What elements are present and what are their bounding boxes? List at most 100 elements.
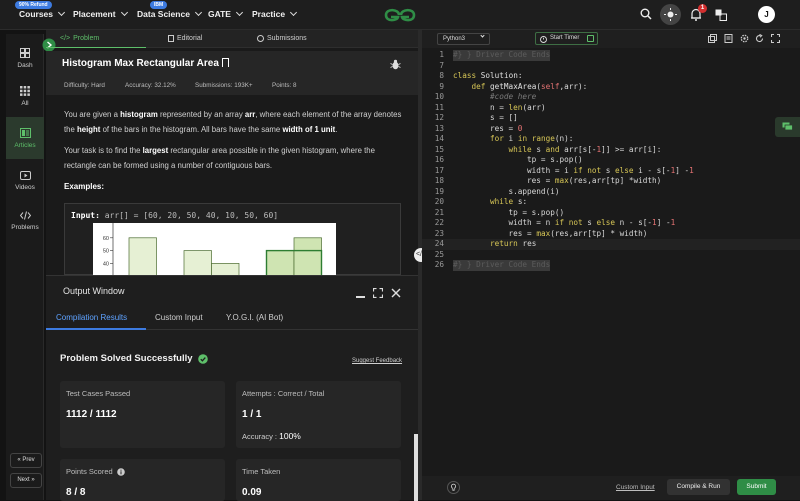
fullscreen-icon[interactable] [373, 288, 383, 298]
search-icon[interactable] [640, 8, 652, 20]
status-message: Problem Solved Successfully [60, 353, 208, 364]
dashboard-icon [20, 47, 30, 58]
points-card: Points Scored 8 / 8 [60, 459, 225, 501]
tick-label: 40 [103, 261, 109, 267]
tab-label: Submissions [267, 35, 307, 42]
nav-courses-label: Courses [19, 9, 54, 19]
code-editor-panel: Python3 Start Timer 1 #} } Driver Code En… [422, 30, 800, 500]
copy-icon[interactable] [708, 34, 717, 43]
code-line: 14 for i in range(n): [434, 134, 574, 143]
desc-bold: histogram [120, 110, 158, 119]
code-line: 8 class Solution: [439, 71, 523, 80]
nav-placement[interactable]: Placement [73, 8, 128, 19]
code-line: 1 #} } Driver Code Ends [439, 50, 551, 61]
submit-button[interactable]: Submit [737, 479, 776, 495]
code-line: 20 while s: [434, 197, 528, 206]
nav-practice-label: Practice [252, 9, 286, 19]
nav-practice[interactable]: Practice [252, 8, 298, 19]
active-tab-underline [46, 47, 146, 48]
start-timer-button[interactable]: Start Timer [535, 32, 598, 45]
chevron-down-icon [290, 8, 298, 17]
desc-text: . [335, 125, 338, 134]
desc-text: Your task is to find the [64, 146, 143, 155]
tab-editorial[interactable]: Editorial [168, 35, 202, 42]
nav-gate[interactable]: GATE [208, 8, 244, 19]
gear-icon[interactable] [740, 34, 749, 43]
sidebar-item-all[interactable]: All [6, 77, 44, 115]
code-line: 22 width = n if not s else n - s[-1] -1 [434, 218, 676, 227]
desc-bold: width of 1 unit [282, 125, 336, 134]
test-cases-card: Test Cases Passed 1112 / 1112 [60, 381, 225, 448]
sidebar-item-label: Videos [15, 184, 35, 191]
bug-icon[interactable] [390, 59, 401, 70]
bookmark-icon[interactable] [221, 58, 229, 67]
lightbulb-icon[interactable] [447, 481, 460, 494]
sidebar-item-label: Articles [14, 141, 36, 149]
tab-compilation-results[interactable]: Compilation Results [56, 313, 127, 322]
nav-data-science[interactable]: Data Science [137, 8, 202, 19]
expand-icon[interactable] [771, 34, 780, 43]
compile-run-button[interactable]: Compile & Run [667, 479, 730, 495]
clock-icon [257, 35, 264, 42]
suggest-feedback-link[interactable]: Suggest Feedback [352, 358, 402, 364]
sidebar-item-label: Dash [17, 61, 33, 69]
example-input: Input: arr[] = [60, 20, 50, 40, 10, 50, … [71, 211, 278, 220]
card-label: Points Scored [66, 467, 125, 476]
card-label: Attempts : Correct / Total [242, 389, 325, 398]
accuracy-value: Accuracy : 100% [242, 431, 301, 441]
translate-icon[interactable] [715, 9, 727, 21]
problem-description-2: Your task is to find the largest rectang… [64, 143, 404, 173]
next-button[interactable]: Next » [10, 473, 42, 488]
tab-problem[interactable]: </> Problem [60, 35, 99, 42]
minimize-icon[interactable] [356, 296, 365, 298]
tab-yogi-ai-bot[interactable]: Y.O.G.I. (AI Bot) [226, 313, 283, 322]
avatar[interactable]: J [758, 6, 775, 23]
close-icon[interactable] [391, 288, 401, 298]
code-area[interactable]: 1 #} } Driver Code Ends 7 8 class Solution… [422, 48, 800, 500]
theme-toggle[interactable] [660, 4, 681, 25]
notification-count: 1 [698, 4, 707, 13]
tab-submissions[interactable]: Submissions [257, 35, 307, 42]
card-label: Time Taken [242, 467, 281, 476]
code-line: 7 [439, 60, 444, 70]
document-icon[interactable] [724, 34, 733, 43]
card-label-text: Points Scored [66, 467, 113, 476]
chevron-down-icon [57, 8, 66, 17]
code-line: 24 return res [422, 239, 800, 250]
tick-label: 50 [103, 249, 109, 255]
sidebar-item-label: Problems [11, 224, 39, 231]
output-tabs: Compilation Results Custom Input Y.O.G.I… [46, 306, 418, 330]
card-label: Test Cases Passed [66, 389, 131, 398]
reset-icon[interactable] [755, 34, 764, 43]
page-title: Histogram Max Rectangular Area [62, 58, 229, 69]
geeksforgeeks-logo[interactable] [383, 5, 417, 25]
info-icon[interactable] [116, 467, 125, 476]
nav-data-science-label: Data Science [137, 9, 190, 19]
accuracy-label: Accuracy: 32.12% [125, 82, 176, 89]
chevron-down-icon [235, 8, 244, 17]
sidebar-item-problems[interactable]: Problems [6, 202, 44, 240]
sidebar-item-dash[interactable]: Dash [6, 39, 44, 77]
code-line: 19 s.append(i) [434, 186, 560, 196]
code-line: 17 width = i if not s else i - s[-1] -1 [434, 165, 694, 175]
sun-icon [664, 8, 677, 21]
custom-input-link[interactable]: Custom Input [616, 484, 655, 491]
nav-courses[interactable]: Courses [19, 8, 66, 19]
accuracy-label: Accuracy : [242, 432, 278, 441]
problem-tabs: </> Problem Editorial Submissions [42, 30, 418, 52]
title-text: Histogram Max Rectangular Area [62, 58, 219, 69]
code-line: 23 res = max(res,arr[tp] * width) [434, 228, 648, 238]
expand-arrow-icon[interactable] [42, 38, 56, 52]
chevron-down-icon [480, 33, 485, 38]
sidebar-item-videos[interactable]: Videos [6, 162, 44, 200]
editor-toolbar: Python3 Start Timer [422, 30, 800, 48]
sidebar-item-articles[interactable]: Articles [6, 117, 44, 159]
tab-custom-input[interactable]: Custom Input [155, 313, 203, 322]
example-input-value: arr[] = [60, 20, 50, 40, 10, 50, 60] [104, 211, 279, 220]
left-sidebar: Dash All Articles Videos Problems « Prev… [6, 34, 44, 500]
language-select[interactable]: Python3 [437, 33, 490, 45]
code-line: 11 n = len(arr) [434, 102, 546, 112]
prev-button[interactable]: « Prev [10, 453, 42, 468]
desc-bold: height [77, 125, 101, 134]
chat-button[interactable] [775, 117, 800, 137]
